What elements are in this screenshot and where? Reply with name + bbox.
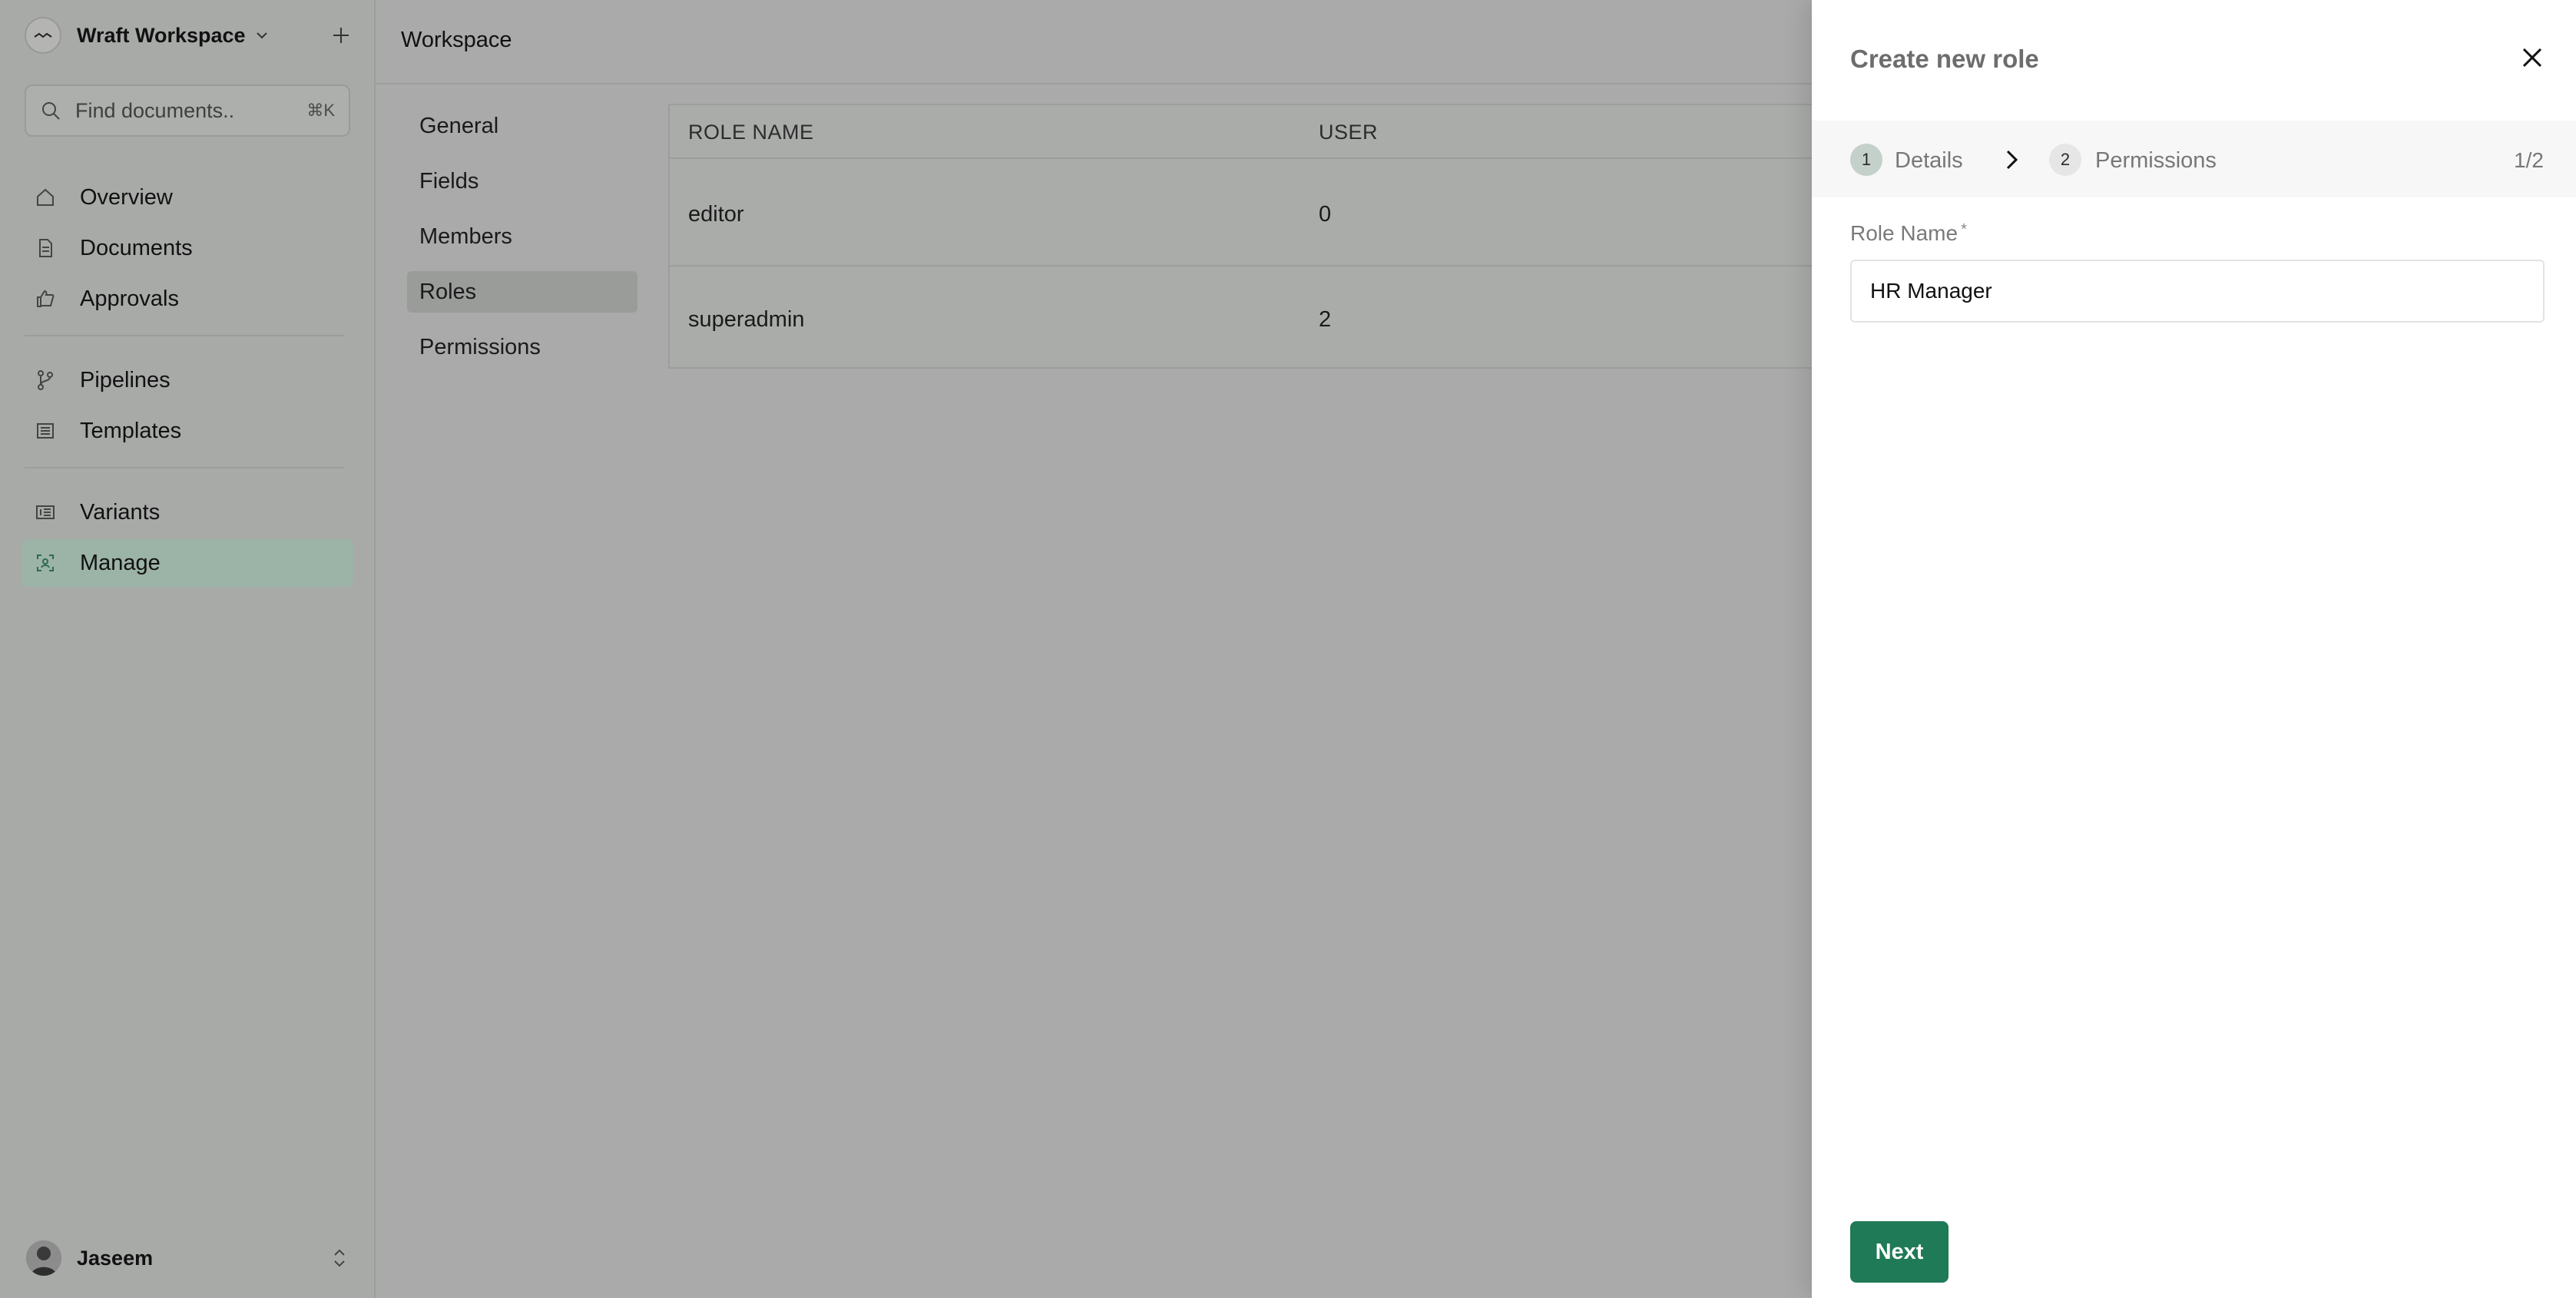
git-branch-icon bbox=[38, 370, 53, 390]
tab-roles[interactable]: Roles bbox=[407, 271, 637, 313]
sidebar-item-templates[interactable]: Templates bbox=[22, 407, 353, 455]
sidebar-item-overview[interactable]: Overview bbox=[22, 174, 353, 221]
step-2-label[interactable]: Permissions bbox=[2095, 148, 2217, 174]
required-marker: * bbox=[1961, 221, 1967, 238]
step-1-label[interactable]: Details bbox=[1895, 148, 1963, 174]
user-menu[interactable]: Jaseem bbox=[26, 1238, 349, 1278]
document-icon bbox=[39, 239, 52, 257]
app-root: Wraft Workspace Find documents.. ⌘K Over… bbox=[0, 0, 2576, 1298]
workspace-logo bbox=[25, 17, 61, 54]
user-name: Jaseem bbox=[77, 1246, 154, 1270]
page-title: Workspace bbox=[401, 28, 512, 52]
column-header-role-name: ROLE NAME bbox=[688, 121, 814, 144]
sidebar-item-label: Variants bbox=[80, 499, 161, 525]
sidebar-item-label: Approvals bbox=[80, 286, 179, 311]
sidebar-item-pipelines[interactable]: Pipelines bbox=[22, 356, 353, 404]
user-count-cell: 0 bbox=[1319, 202, 1332, 227]
tab-fields[interactable]: Fields bbox=[407, 161, 637, 202]
sidebar-item-approvals[interactable]: Approvals bbox=[22, 275, 353, 323]
sidebar-item-variants[interactable]: Variants bbox=[22, 488, 353, 536]
tab-members[interactable]: Members bbox=[407, 216, 637, 257]
sidebar-item-label: Documents bbox=[80, 235, 193, 260]
variants-icon bbox=[36, 505, 55, 519]
thumbs-up-icon bbox=[37, 290, 55, 307]
close-icon[interactable] bbox=[2518, 43, 2547, 72]
step-2-number: 2 bbox=[2049, 144, 2081, 176]
user-count-cell: 2 bbox=[1319, 307, 1332, 332]
sidebar-item-label: Overview bbox=[80, 184, 173, 210]
column-header-user: USER bbox=[1319, 121, 1379, 144]
chevron-down-icon bbox=[256, 32, 267, 39]
sidebar-item-label: Manage bbox=[80, 550, 161, 575]
role-name-input[interactable] bbox=[1850, 260, 2545, 323]
step-count: 1/2 bbox=[2514, 148, 2544, 172]
home-icon bbox=[37, 188, 54, 206]
sidebar: Wraft Workspace Find documents.. ⌘K Over… bbox=[0, 0, 376, 1298]
workspace-switcher[interactable]: Wraft Workspace bbox=[25, 17, 355, 54]
tab-general[interactable]: General bbox=[407, 105, 637, 147]
role-name-cell: superadmin bbox=[688, 307, 805, 332]
role-name-cell: editor bbox=[688, 202, 744, 227]
search-icon bbox=[42, 102, 60, 120]
template-icon bbox=[37, 423, 54, 439]
stepper: 1 Details 2 Permissions 1/2 bbox=[1812, 121, 2576, 197]
tab-permissions[interactable]: Permissions bbox=[407, 326, 637, 368]
chevron-right-icon bbox=[2006, 150, 2018, 170]
create-role-drawer: Create new role 1 Details 2 Permissions … bbox=[1812, 0, 2576, 1298]
sidebar-item-documents[interactable]: Documents bbox=[22, 224, 353, 272]
manage-icon bbox=[37, 555, 54, 571]
sidebar-item-label: Templates bbox=[80, 418, 182, 443]
step-1-number: 1 bbox=[1850, 144, 1882, 176]
search-shortcut: ⌘K bbox=[306, 101, 335, 120]
plus-icon[interactable] bbox=[327, 22, 355, 49]
sidebar-divider bbox=[25, 467, 344, 469]
sidebar-item-manage[interactable]: Manage bbox=[22, 539, 353, 587]
sidebar-item-label: Pipelines bbox=[80, 367, 171, 392]
chevron-up-down-icon[interactable] bbox=[330, 1247, 349, 1270]
sidebar-divider bbox=[25, 335, 344, 336]
search-placeholder: Find documents.. bbox=[75, 98, 235, 122]
workspace-name: Wraft Workspace bbox=[77, 23, 246, 47]
next-button[interactable]: Next bbox=[1850, 1221, 1949, 1283]
avatar bbox=[26, 1240, 61, 1276]
drawer-title: Create new role bbox=[1850, 45, 2039, 73]
role-name-label: Role Name * bbox=[1850, 221, 1967, 246]
role-name-label-text: Role Name bbox=[1850, 221, 1958, 245]
search-input[interactable]: Find documents.. ⌘K bbox=[25, 84, 350, 137]
